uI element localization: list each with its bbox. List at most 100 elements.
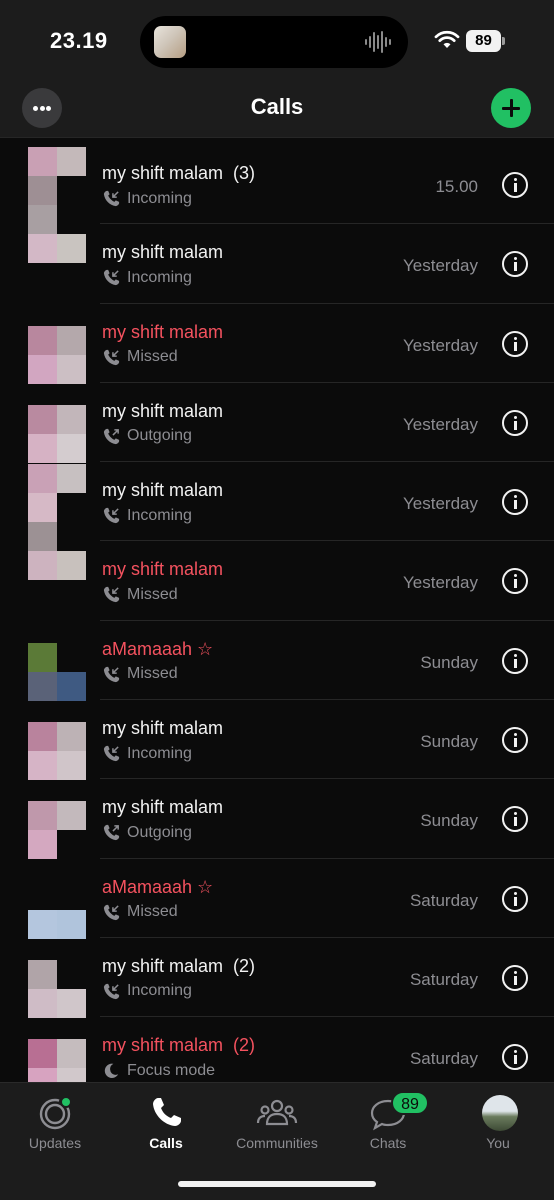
- contact-name: my shift malam: [102, 797, 223, 818]
- now-playing-artwork: [154, 26, 186, 58]
- contact-avatar[interactable]: [28, 325, 86, 384]
- call-type: Outgoing: [102, 427, 192, 446]
- contact-avatar[interactable]: [28, 642, 86, 701]
- avatar-pixel: [57, 722, 86, 752]
- contact-avatar[interactable]: [28, 722, 86, 781]
- call-info-button[interactable]: [502, 806, 528, 833]
- focus-moon-icon: [104, 1063, 119, 1079]
- avatar-pixel: [28, 830, 57, 860]
- call-info-button[interactable]: [502, 1044, 528, 1071]
- call-time: Yesterday: [403, 414, 478, 434]
- incoming-call-icon: [103, 587, 120, 603]
- call-type-label: Missed: [127, 903, 178, 921]
- call-time: Yesterday: [403, 335, 478, 355]
- tab-you[interactable]: You: [443, 1093, 553, 1163]
- call-type-label: Incoming: [127, 506, 192, 524]
- call-info-button[interactable]: [502, 251, 528, 278]
- contact-name: aMamaaah ☆: [102, 639, 213, 660]
- contact-name-text: my shift malam: [102, 321, 224, 342]
- call-time: Saturday: [409, 969, 478, 989]
- call-time: Saturday: [409, 1049, 478, 1069]
- tab-updates[interactable]: Updates: [0, 1093, 110, 1163]
- call-type: Incoming: [102, 268, 192, 287]
- contact-avatar[interactable]: [28, 801, 86, 860]
- call-type: Outgoing: [102, 823, 192, 842]
- avatar-pixel: [28, 354, 57, 384]
- call-info-button[interactable]: [502, 647, 528, 674]
- battery-indicator: 89: [466, 30, 506, 52]
- call-row[interactable]: my shift malam Outgoing Sunday: [0, 779, 554, 860]
- contact-avatar[interactable]: [28, 959, 86, 1018]
- battery-cap: [502, 37, 505, 45]
- call-type-label: Missed: [127, 585, 178, 603]
- call-row[interactable]: my shift malam (2) Incoming Saturday: [0, 938, 554, 1018]
- avatar-pixel: [28, 433, 57, 463]
- contact-name: my shift malam (2): [102, 956, 255, 977]
- contact-name-text: my shift malam: [102, 955, 224, 976]
- home-indicator: [178, 1181, 376, 1187]
- contact-name-text: my shift malam: [102, 718, 224, 739]
- contact-name: my shift malam: [102, 559, 223, 580]
- call-info-button[interactable]: [502, 727, 528, 754]
- avatar-pixel: [57, 909, 86, 939]
- call-row[interactable]: my shift malam Missed Yesterday: [0, 541, 554, 621]
- call-row[interactable]: my shift malam Incoming Yesterday: [0, 462, 554, 581]
- tab-calls[interactable]: Calls: [111, 1093, 221, 1163]
- call-row[interactable]: aMamaaah ☆ Missed Sunday: [0, 621, 554, 701]
- call-type-label: Outgoing: [127, 427, 192, 445]
- unread-badge: 89: [391, 1091, 429, 1115]
- call-type-label: Outgoing: [127, 823, 192, 841]
- contact-name: my shift malam: [102, 480, 223, 501]
- avatar-pixel: [28, 722, 57, 752]
- avatar-pixel: [28, 671, 57, 701]
- call-type-label: Incoming: [127, 982, 192, 1000]
- contact-avatar[interactable]: [28, 404, 86, 463]
- contact-name-text: my shift malam: [102, 242, 224, 263]
- tab-communities[interactable]: Communities: [222, 1093, 332, 1163]
- avatar-pixel: [28, 959, 57, 989]
- call-row[interactable]: my shift malam Outgoing Yesterday: [0, 383, 554, 463]
- calls-header: Calls: [0, 80, 554, 138]
- incoming-call-icon: [103, 904, 120, 920]
- avatar-pixel: [28, 642, 57, 672]
- contact-name-text: my shift malam: [102, 797, 224, 818]
- call-row[interactable]: my shift malam Incoming Sunday: [0, 700, 554, 781]
- avatar-pixel: [57, 433, 86, 463]
- new-call-button[interactable]: [491, 88, 531, 128]
- call-type: Incoming: [102, 744, 192, 763]
- incoming-call-icon: [103, 270, 120, 286]
- call-row[interactable]: my shift malam Missed Yesterday: [0, 304, 554, 384]
- call-type-label: Missed: [127, 348, 178, 366]
- page-title: Calls: [250, 94, 304, 119]
- outgoing-call-icon: [103, 825, 120, 841]
- avatar-pixel: [28, 988, 57, 1018]
- call-time: Saturday: [409, 890, 478, 910]
- audio-waveform-icon: [365, 31, 391, 53]
- call-type-label: Incoming: [127, 189, 192, 207]
- call-info-button[interactable]: [502, 409, 528, 436]
- contact-name: my shift malam: [102, 322, 223, 343]
- status-time: 23.19: [50, 28, 108, 53]
- tab-label: Calls: [149, 1135, 183, 1151]
- call-row[interactable]: my shift malam Incoming Yesterday: [0, 224, 554, 304]
- call-time: Sunday: [420, 652, 478, 672]
- avatar-pixel: [57, 671, 86, 701]
- dynamic-island[interactable]: [140, 16, 408, 68]
- communities-icon: [256, 1099, 298, 1126]
- call-info-button[interactable]: [502, 964, 528, 991]
- contact-name: my shift malam (3): [102, 163, 255, 184]
- call-info-button[interactable]: [502, 568, 528, 595]
- call-info-button[interactable]: [502, 330, 528, 357]
- contact-avatar[interactable]: [28, 881, 86, 939]
- call-info-button[interactable]: [502, 885, 528, 912]
- call-type-label: Incoming: [127, 744, 192, 762]
- call-row[interactable]: my shift malam (3) Incoming 15.00: [0, 145, 554, 263]
- call-info-button[interactable]: [502, 172, 528, 198]
- avatar-pixel: [28, 464, 57, 494]
- call-info-button[interactable]: [502, 489, 528, 516]
- incoming-call-icon: [103, 745, 120, 762]
- call-row[interactable]: aMamaaah ☆ Missed Saturday: [0, 859, 554, 939]
- tab-chats[interactable]: 89 Chats: [333, 1091, 443, 1163]
- avatar-pixel: [28, 404, 57, 434]
- call-type: Missed: [102, 665, 178, 684]
